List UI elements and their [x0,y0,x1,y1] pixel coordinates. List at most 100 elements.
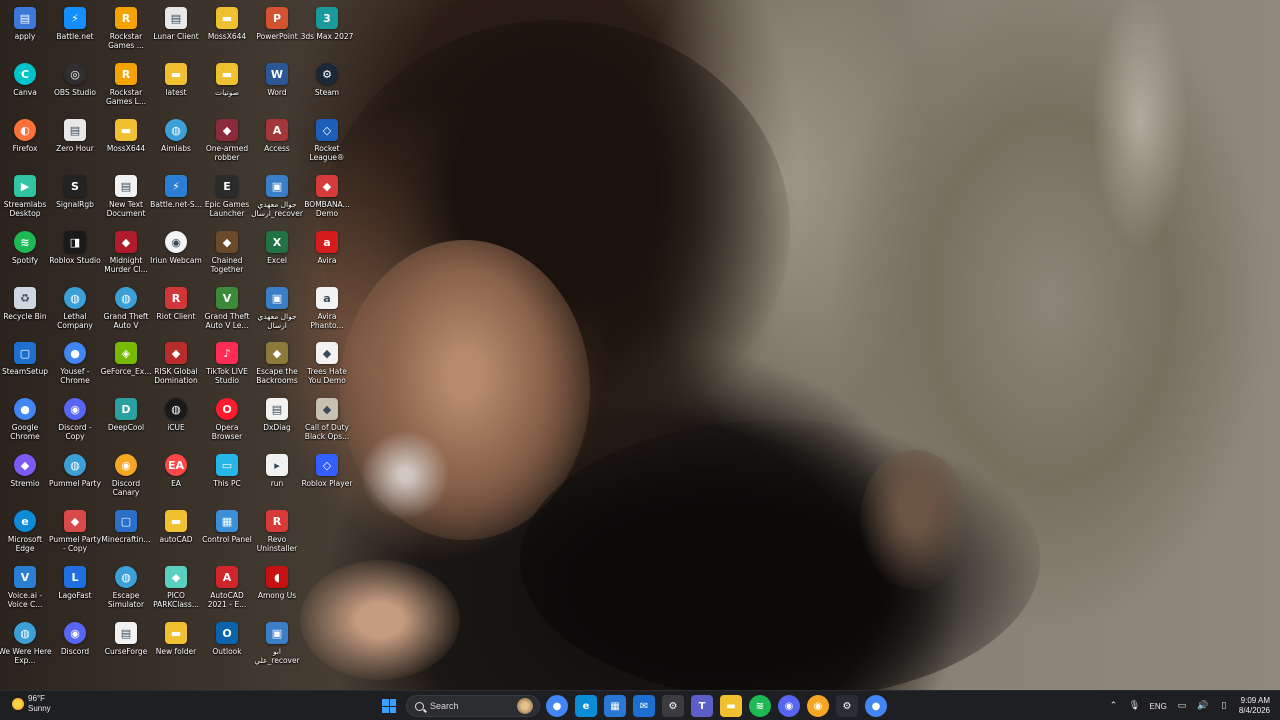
desktop-icon[interactable]: ▦ Control Panel [202,505,252,561]
desktop-icon[interactable]: O Opera Browser [202,393,252,449]
desktop-icon[interactable]: ● Google Chrome [0,393,50,449]
desktop-icon[interactable]: ▬ MossX644 [202,2,252,58]
language-indicator[interactable]: ENG [1150,702,1167,711]
desktop-icon[interactable]: ◆ Escape the Backrooms [252,337,302,393]
chevron-up-icon[interactable]: ⌃ [1108,700,1120,712]
desktop-icon[interactable]: ▬ New folder [151,617,201,673]
desktop-icon[interactable]: A Access [252,114,302,170]
desktop-icon[interactable]: R Rockstar Games L... [101,58,151,114]
taskbar-app-settings[interactable]: ⚙ [662,695,684,717]
battery-icon[interactable]: ▯ [1218,700,1230,712]
desktop-icon[interactable]: ◆ One-armed robber [202,114,252,170]
desktop-icon[interactable]: ◉ Iriun Webcam [150,226,202,282]
desktop-icon[interactable]: ▣ جوال معهدي ارسال [252,282,302,338]
desktop-icon[interactable]: S SignalRgb [50,170,100,226]
desktop-icon[interactable]: ♪ TikTok LIVE Studio [202,337,252,393]
start-button[interactable] [378,695,400,717]
desktop-icon[interactable]: ◆ Call of Duty Black Ops... [302,393,352,449]
desktop-icon[interactable]: ◇ Roblox Player [302,449,352,505]
desktop-icon[interactable]: ⚡ Battle.net-S... [150,170,202,226]
desktop-icon[interactable]: V Grand Theft Auto V Le... [202,282,252,338]
desktop-icon[interactable]: ▤ CurseForge [101,617,151,673]
desktop-icon[interactable]: E Epic Games Launcher [202,170,252,226]
desktop-icon[interactable]: ⚡ Battle.net [50,2,100,58]
taskbar-app-spotify[interactable]: ≋ [749,695,771,717]
desktop-icon[interactable]: W Word [252,58,302,114]
desktop-icon[interactable]: ◨ Roblox Studio [49,226,101,282]
desktop-icon[interactable]: ▤ New Text Document [101,170,151,226]
taskbar-app-discord-canary[interactable]: ◉ [807,695,829,717]
desktop-icon[interactable]: ⚙ Steam [302,58,352,114]
desktop-icon[interactable]: ◇ Rocket League® [302,114,352,170]
desktop-icon[interactable]: X Excel [252,226,302,282]
desktop-icon[interactable]: O Outlook [202,617,252,673]
desktop-icon[interactable]: V Voice.ai - Voice C... [0,561,50,617]
desktop-icon[interactable]: A AutoCAD 2021 - E... [202,561,252,617]
desktop-icon[interactable]: R Revo Uninstaller [252,505,302,561]
desktop-icon[interactable]: ◆ PICO PARKClass... [151,561,201,617]
desktop-icon[interactable]: ▤ apply [0,2,50,58]
desktop-icon[interactable]: EA EA [151,449,201,505]
desktop-icon[interactable]: ◉ Discord - Copy [50,393,100,449]
desktop-icon[interactable]: ◖ Among Us [252,561,302,617]
desktop-icon[interactable]: ◆ RISK Global Domination [151,337,201,393]
desktop-icon[interactable]: L LagoFast [50,561,100,617]
desktop-icon[interactable]: ◍ iCUE [151,393,201,449]
clock[interactable]: 9:09 AM 8/4/2026 [1239,696,1270,716]
desktop-icon[interactable]: ▸ run [252,449,302,505]
desktop-icon[interactable]: a Avira [302,226,352,282]
desktop-icon[interactable]: ◐ Firefox [0,114,50,170]
desktop-icon[interactable]: ◆ Stremio [0,449,50,505]
desktop-icon[interactable]: ≋ Spotify [0,226,50,282]
taskbar-app-steam[interactable]: ⚙ [836,695,858,717]
desktop-icon[interactable]: ▤ DxDiag [252,393,302,449]
taskbar-app-mail-app[interactable]: ✉ [633,695,655,717]
desktop-icon[interactable]: ◍ Lethal Company [50,282,100,338]
desktop-icon[interactable]: ▬ MossX644 [101,114,151,170]
desktop-icon[interactable]: ▶ Streamlabs Desktop [0,170,50,226]
desktop-icon[interactable]: ▭ This PC [202,449,252,505]
taskbar-app-calendar-app[interactable]: ▦ [604,695,626,717]
desktop-icon[interactable]: ◆ Midnight Murder Cl... [101,226,151,282]
desktop-icon[interactable]: ◉ Discord [50,617,100,673]
microphone-icon[interactable]: 🎙 [1129,700,1141,712]
desktop-icon[interactable]: ▣ جوال معهدي ارسال_recover [251,170,303,226]
desktop-icon[interactable]: ◆ BOMBANA... Demo [302,170,352,226]
desktop-icon[interactable]: R Riot Client [151,282,201,338]
desktop-icon[interactable]: ◆ Chained Together [202,226,252,282]
taskbar-search[interactable]: Search [406,695,540,717]
desktop-icon[interactable]: ▬ autoCAD [151,505,201,561]
desktop-icon[interactable]: ◉ Discord Canary [101,449,151,505]
taskbar-app-discord[interactable]: ◉ [778,695,800,717]
desktop-icon[interactable]: ◍ Pummel Party [49,449,101,505]
desktop-icon[interactable]: ◍ Aimlabs [151,114,201,170]
desktop-icon[interactable]: ◆ Trees Hate You Demo [302,337,352,393]
desktop-icon[interactable]: ◍ Grand Theft Auto V [101,282,151,338]
desktop-icon[interactable]: ▢ SteamSetup [0,337,50,393]
taskbar-app-file-explorer[interactable]: ▬ [720,695,742,717]
taskbar-app-chrome-profile[interactable]: ● [865,695,887,717]
desktop-icon[interactable]: ▤ Zero Hour [50,114,100,170]
desktop-icon[interactable]: ◆ Pummel Party - Copy [49,505,101,561]
desktop-icon[interactable]: a Avira Phanto... [302,282,352,338]
weather-widget[interactable]: 96°F Sunny [12,694,51,714]
desktop-icon[interactable]: ▬ latest [151,58,201,114]
desktop-icon[interactable]: ▬ صوتيات [202,58,252,114]
network-icon[interactable]: ▭ [1176,700,1188,712]
desktop-icon[interactable]: D DeepCool [101,393,151,449]
desktop-icon[interactable]: P PowerPoint [252,2,302,58]
desktop-icon[interactable]: e Microsoft Edge [0,505,50,561]
desktop-icon[interactable]: ● Yousef - Chrome [50,337,100,393]
desktop-icon[interactable]: ♻ Recycle Bin [0,282,50,338]
desktop-icon[interactable]: ◍ Escape Simulator [101,561,151,617]
desktop-icon[interactable]: 3 3ds Max 2027 [301,2,353,58]
desktop-icon[interactable]: ◈ GeForce_Ex... [101,337,151,393]
desktop-icon[interactable]: R Rockstar Games ... [101,2,151,58]
desktop-icon[interactable]: ◎ OBS Studio [50,58,100,114]
desktop-icon[interactable]: C Canva [0,58,50,114]
desktop-icon[interactable]: ▤ Lunar Client [151,2,201,58]
taskbar-app-chrome[interactable]: ● [546,695,568,717]
taskbar-app-edge[interactable]: e [575,695,597,717]
taskbar-app-teams[interactable]: T [691,695,713,717]
desktop-icon[interactable]: ▢ Minecraftin... [101,505,151,561]
